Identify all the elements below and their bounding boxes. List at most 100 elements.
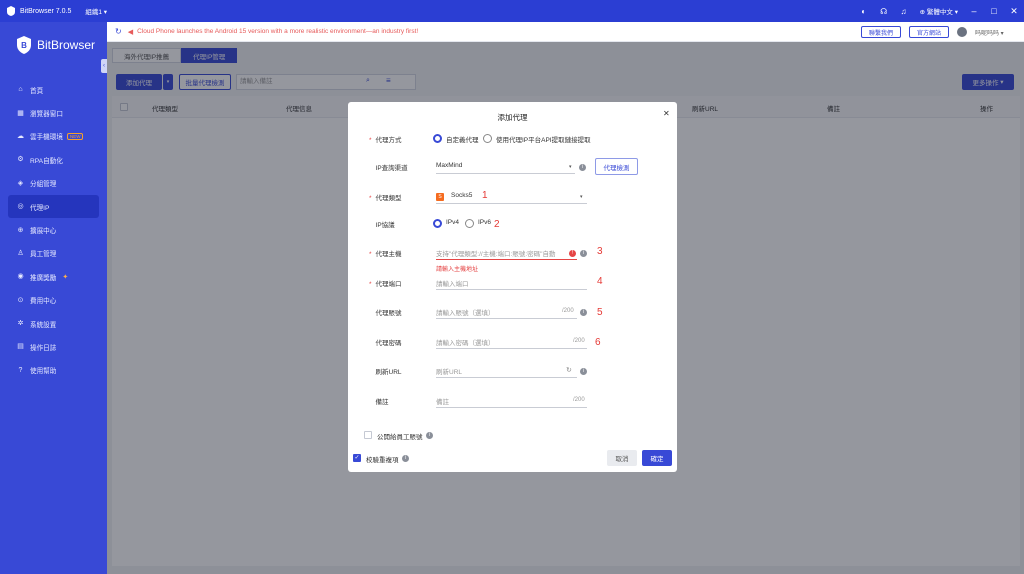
proxy-type-label: 代理類型 (375, 195, 402, 202)
sidebar-item[interactable]: ◉ 推廣獎勵 ✦ (0, 265, 107, 288)
shield-logo-icon: B (17, 36, 31, 54)
custom-proxy-radio[interactable] (433, 134, 442, 143)
proxy-account-label: 代理賬號 (375, 310, 402, 317)
rpa-icon: ⚙ (17, 156, 24, 164)
proxy-host-input[interactable]: 支持"代理類型://主機:端口:賬號:密碼"自動 (436, 246, 577, 260)
check-duplicates-checkbox[interactable]: ✓ (353, 454, 361, 462)
ip-protocol-row: *IP協議 IPv4 IPv6 2 (348, 217, 677, 231)
sidebar-item-label: 雲手機環境 (30, 134, 63, 142)
annotation-3: 3 (597, 246, 603, 257)
proxy-port-input[interactable]: 請輸入端口 (436, 276, 587, 290)
api-proxy-label[interactable]: 使用代理IP平台API提取鏈接提取 (496, 134, 591, 144)
info-icon[interactable]: i (579, 164, 586, 171)
proxy-password-input[interactable]: 請輸入密碼（選填） (436, 335, 587, 349)
proxy-host-row: * 代理主機 支持"代理類型://主機:端口:賬號:密碼"自動 ! i 3 (369, 246, 603, 260)
announcement-icon: ◀ (127, 28, 134, 36)
brand-name: BitBrowser (37, 38, 96, 52)
info-icon[interactable]: i (426, 432, 433, 439)
grid-icon: ▦ (17, 109, 24, 117)
annotation-4: 4 (597, 276, 603, 287)
sidebar-item[interactable]: ⌂ 首頁 (0, 78, 107, 101)
help-icon: ? (18, 366, 23, 374)
group-selector[interactable]: 組織1 ▾ (85, 6, 107, 16)
info-icon[interactable]: i (580, 309, 587, 316)
close-window-button[interactable]: ✕ (1004, 6, 1024, 17)
sidebar-item[interactable]: ⊙ 費用中心 (0, 289, 107, 312)
proxy-account-input[interactable]: 請輸入賬號（選填） (436, 305, 577, 319)
cancel-button[interactable]: 取消 (607, 450, 637, 466)
proxy-type-row: * 代理類型 Socks5 S ▾ 1 (348, 190, 677, 204)
sidebar-item[interactable]: ? 使用幫助 (0, 359, 107, 382)
ipv4-label[interactable]: IPv4 (446, 219, 459, 226)
ipv6-label[interactable]: IPv6 (478, 219, 491, 226)
official-website-button[interactable]: 官方網站 (909, 26, 949, 38)
dialog-title: 添加代理 (497, 113, 528, 122)
share-staff-checkbox[interactable] (364, 431, 372, 439)
proxy-type-select[interactable]: Socks5 (436, 190, 587, 204)
users-icon: ♙ (17, 249, 24, 257)
notice-text[interactable]: Cloud Phone launches the Android 15 vers… (137, 28, 418, 35)
socks5-icon: S (436, 193, 444, 201)
sidebar-nav: ⌂ 首頁 ▦ 瀏覽器窗口 ☁ 雲手機環境 NEW ⚙ RPA自動化 ◈ 分組管理 ◎ 代理IP ⊕ 擴展中心… (0, 78, 107, 382)
folder-icon: ◈ (17, 179, 24, 187)
ip-protocol-label: IP協議 (375, 222, 395, 229)
toggle-icon[interactable]: ◐ (857, 4, 871, 18)
ipv6-radio[interactable] (465, 219, 474, 228)
info-icon[interactable]: i (402, 455, 409, 462)
remark-row: *備註 備註 /200 (348, 394, 677, 408)
sidebar-item-label: 瀏覽器窗口 (30, 111, 63, 119)
refresh-icon[interactable]: ↻ (115, 27, 122, 36)
sidebar-item[interactable]: ◎ 代理IP (8, 194, 99, 219)
sidebar-item[interactable]: ♙ 員工管理 (0, 242, 107, 265)
sidebar-item-label: 代理IP (30, 204, 50, 212)
headset-icon[interactable]: ☊ (877, 4, 891, 18)
info-icon[interactable]: i (580, 368, 587, 375)
user-name[interactable]: 吗呢吗吗 ▾ (975, 28, 1004, 37)
sidebar-item[interactable]: ✲ 系統設置 (0, 312, 107, 335)
query-channel-select[interactable]: MaxMind (436, 160, 575, 174)
app-logo-icon (7, 6, 15, 16)
sidebar-item-label: 推廣獎勵 (30, 274, 57, 282)
maximize-button[interactable]: □ (984, 6, 1004, 16)
home-icon: ⌂ (18, 86, 23, 94)
sidebar-item[interactable]: ◈ 分組管理 (0, 172, 107, 195)
avatar[interactable] (957, 27, 967, 37)
confirm-button[interactable]: 確定 (642, 450, 672, 466)
sidebar-item[interactable]: ⊕ 擴展中心 (0, 218, 107, 241)
custom-proxy-label[interactable]: 自定義代理 (446, 134, 479, 144)
refresh-url-row: *刷新URL 刷新URL ↻ i (348, 364, 677, 378)
contact-us-button[interactable]: 聯繫我們 (861, 26, 901, 38)
sidebar-item[interactable]: ☁ 雲手機環境 NEW (0, 125, 107, 148)
sidebar-item[interactable]: ▤ 操作日誌 (0, 335, 107, 358)
sidebar: B BitBrowser ‹ ⌂ 首頁 ▦ 瀏覽器窗口 ☁ 雲手機環境 NEW ⚙ RPA自動化… (0, 22, 107, 574)
share-staff-label[interactable]: 公開給員工賬號 (377, 431, 423, 441)
sidebar-item[interactable]: ▦ 瀏覽器窗口 (0, 101, 107, 124)
annotation-5: 5 (597, 307, 603, 318)
method-label: 代理方式 (375, 137, 402, 144)
api-proxy-radio[interactable] (483, 134, 492, 143)
info-icon[interactable]: i (580, 250, 587, 257)
add-proxy-dialog: 添加代理 ✕ *代理方式 自定義代理 使用代理IP平台API提取鏈接提取 *IP… (348, 102, 677, 472)
sidebar-item[interactable]: ⚙ RPA自動化 (0, 148, 107, 171)
remark-input[interactable]: 備註 (436, 394, 587, 408)
brand-logo: B BitBrowser (16, 36, 95, 54)
proxy-password-row: *代理密碼 請輸入密碼（選填） /200 6 (348, 335, 677, 349)
sparkle-icon: ✦ (62, 273, 69, 281)
title-bar: BitBrowser 7.0.5 組織1 ▾ ◐ ☊ ♫ ⊕ 繁體中文 ▾ – … (0, 0, 1024, 22)
language-selector[interactable]: ⊕ 繁體中文 ▾ (920, 6, 958, 16)
globe-icon: ◎ (17, 203, 24, 211)
error-icon: ! (569, 250, 576, 257)
ipv4-radio[interactable] (433, 219, 442, 228)
proxy-check-button[interactable]: 代理檢測 (595, 158, 638, 175)
refresh-url-input[interactable]: 刷新URL (436, 364, 577, 378)
remark-label: 備註 (375, 399, 389, 406)
minimize-button[interactable]: – (964, 6, 984, 16)
sidebar-item-label: 操作日誌 (30, 344, 57, 352)
notification-icon[interactable]: ♫ (897, 4, 911, 18)
close-icon[interactable]: ✕ (663, 109, 670, 118)
proxy-port-label: 代理端口 (375, 281, 402, 288)
refresh-url-label: 刷新URL (375, 369, 402, 376)
check-duplicates-label[interactable]: 校驗重複項 (366, 454, 399, 464)
proxy-port-row: * 代理端口 請輸入端口 4 (369, 276, 603, 290)
refresh-icon[interactable]: ↻ (566, 366, 572, 374)
